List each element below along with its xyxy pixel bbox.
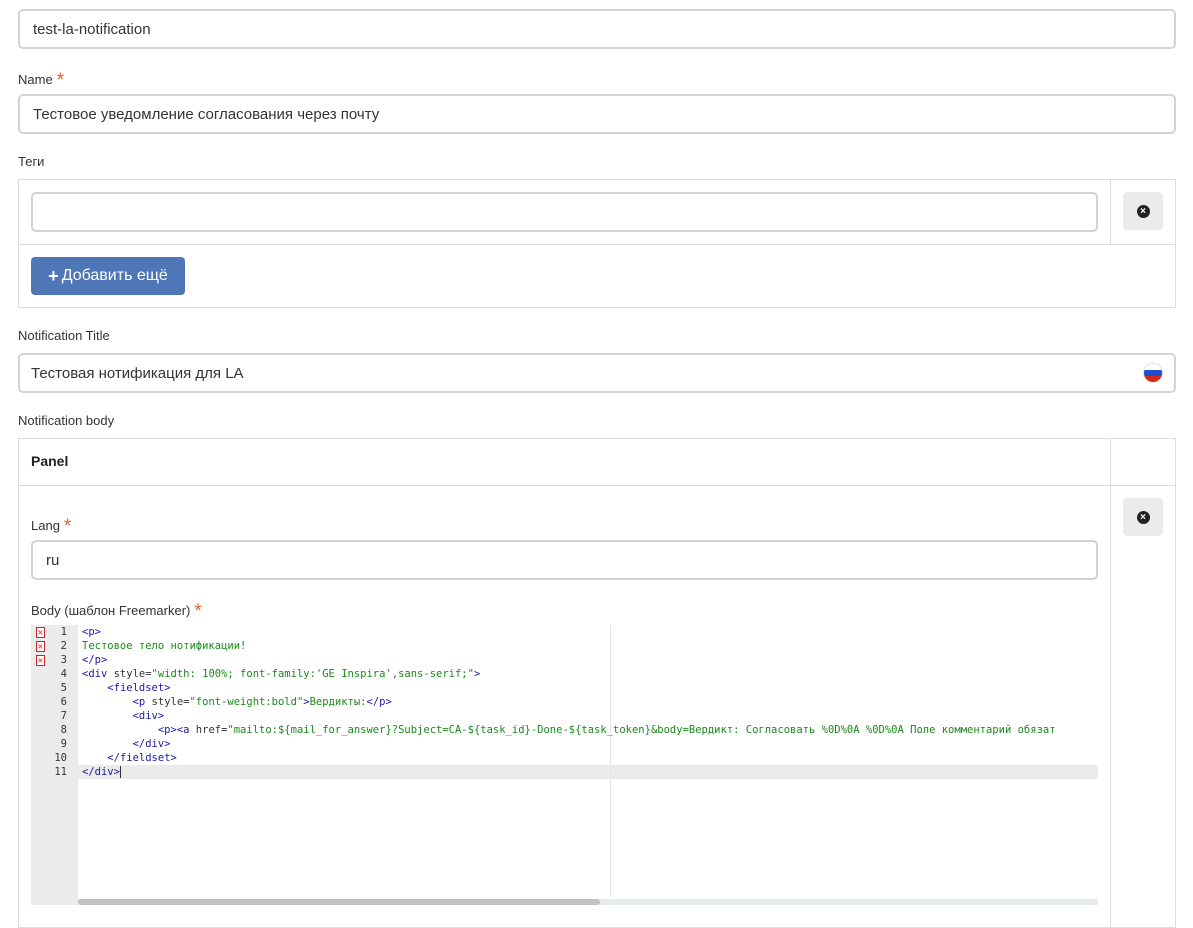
code-line: </div> bbox=[82, 737, 1096, 751]
error-marker-icon[interactable]: ✕ bbox=[36, 640, 45, 652]
code-token: <div> bbox=[132, 710, 165, 722]
line-number: 10 bbox=[54, 752, 67, 764]
code-content[interactable]: <p> Тестовое тело нотификации! </p> <div st… bbox=[82, 625, 1096, 779]
code-token: > bbox=[473, 668, 481, 680]
code-token: "mailto:${mail_for_answer}?Subject=CA-${… bbox=[227, 724, 1056, 736]
code-token: href= bbox=[195, 724, 228, 736]
line-number: 6 bbox=[60, 696, 67, 708]
remove-tag-button[interactable]: × bbox=[1123, 192, 1163, 230]
gutter-row: 7 bbox=[31, 709, 78, 723]
panel-header: Panel bbox=[31, 453, 69, 469]
code-token: <fieldset> bbox=[107, 682, 171, 694]
required-marker: * bbox=[194, 601, 202, 622]
scrollbar-thumb[interactable] bbox=[78, 899, 600, 905]
line-number: 3 bbox=[60, 654, 67, 666]
code-token: <p><a bbox=[157, 724, 196, 736]
lang-input-value: ru bbox=[46, 551, 60, 569]
line-number: 11 bbox=[54, 766, 67, 778]
code-token: </fieldset> bbox=[107, 752, 177, 764]
title-input-value: Тестовая нотификация для LA bbox=[31, 364, 244, 382]
plus-icon: + bbox=[48, 265, 59, 286]
horizontal-scrollbar[interactable] bbox=[78, 899, 1098, 905]
line-numbers: ✕ 1 ✕ 2 ✕ 3 4 5 6 7 8 9 10 11 bbox=[31, 625, 78, 779]
line-number: 7 bbox=[60, 710, 67, 722]
russia-flag-icon[interactable] bbox=[1144, 364, 1162, 382]
code-line: <div style="width: 100%; font-family:'GE… bbox=[82, 667, 1096, 681]
times-circle-icon: × bbox=[1136, 510, 1150, 524]
error-marker-icon[interactable]: ✕ bbox=[36, 626, 45, 638]
code-token: <p> bbox=[82, 626, 101, 638]
add-more-label: Добавить ещё bbox=[61, 267, 168, 284]
gutter-row: 6 bbox=[31, 695, 78, 709]
name-label: Name * bbox=[18, 70, 65, 91]
panel-header-divider bbox=[18, 485, 1176, 486]
code-editor[interactable]: ✕ 1 ✕ 2 ✕ 3 4 5 6 7 8 9 10 11 <p> Тестовое тело нотифи… bbox=[31, 625, 1098, 905]
line-number: 5 bbox=[60, 682, 67, 694]
gutter-row: 9 bbox=[31, 737, 78, 751]
name-input-value: Тестовое уведомление согласования через … bbox=[33, 105, 380, 123]
line-number: 4 bbox=[60, 668, 67, 680]
name-input[interactable]: Тестовое уведомление согласования через … bbox=[18, 94, 1176, 134]
title-input[interactable]: Тестовая нотификация для LA bbox=[18, 353, 1176, 393]
id-input-value: test-la-notification bbox=[33, 20, 151, 38]
code-line: </div> bbox=[82, 765, 1096, 779]
code-token: <p bbox=[132, 696, 152, 708]
code-token: "width: 100%; font-family:'GE Inspira',s… bbox=[151, 668, 474, 680]
gutter-row: 11 bbox=[31, 765, 78, 779]
code-token: <div bbox=[82, 668, 114, 680]
code-line: <p> bbox=[82, 625, 1096, 639]
error-marker-icon[interactable]: ✕ bbox=[36, 654, 45, 666]
gutter-row: 4 bbox=[31, 667, 78, 681]
gutter-row: ✕ 1 bbox=[31, 625, 78, 639]
code-token: </p> bbox=[366, 696, 392, 708]
times-circle-icon: × bbox=[1136, 204, 1150, 218]
line-number: 1 bbox=[60, 626, 67, 638]
code-line: <p><a href="mailto:${mail_for_answer}?Su… bbox=[82, 723, 1096, 737]
code-line: </p> bbox=[82, 653, 1096, 667]
gutter-row: ✕ 3 bbox=[31, 653, 78, 667]
code-line: <div> bbox=[82, 709, 1096, 723]
code-token: Тестовое тело нотификации! bbox=[82, 640, 247, 652]
lang-input[interactable]: ru bbox=[31, 540, 1098, 580]
code-token: </p> bbox=[82, 654, 108, 666]
remove-panel-button[interactable]: × bbox=[1123, 498, 1163, 536]
gutter-row: 5 bbox=[31, 681, 78, 695]
code-token: </div> bbox=[82, 766, 120, 778]
required-marker: * bbox=[63, 516, 72, 537]
code-token: style= bbox=[151, 696, 190, 708]
lang-label: Lang * bbox=[31, 516, 72, 537]
code-token: </div> bbox=[132, 738, 171, 750]
body-label: Notification body bbox=[18, 413, 115, 428]
code-token: "font-weight:bold" bbox=[189, 696, 304, 708]
tags-divider bbox=[18, 244, 1176, 245]
line-number: 9 bbox=[60, 738, 67, 750]
add-more-button[interactable]: + Добавить ещё bbox=[31, 257, 185, 295]
gutter-row: 8 bbox=[31, 723, 78, 737]
gutter-row: 10 bbox=[31, 751, 78, 765]
panel-column-divider bbox=[1110, 438, 1111, 928]
id-input[interactable]: test-la-notification bbox=[18, 9, 1176, 49]
line-number: 8 bbox=[60, 724, 67, 736]
code-line: <p style="font-weight:bold">Вердикты:</p… bbox=[82, 695, 1096, 709]
text-cursor bbox=[119, 766, 121, 778]
tags-column-divider bbox=[1110, 179, 1111, 244]
code-token: Вердикты: bbox=[309, 696, 367, 708]
line-number: 2 bbox=[60, 640, 67, 652]
tag-input[interactable] bbox=[31, 192, 1098, 232]
code-token: style= bbox=[113, 668, 152, 680]
code-line: <fieldset> bbox=[82, 681, 1096, 695]
code-line: </fieldset> bbox=[82, 751, 1096, 765]
title-label: Notification Title bbox=[18, 328, 110, 343]
code-line: Тестовое тело нотификации! bbox=[82, 639, 1096, 653]
required-marker: * bbox=[56, 70, 65, 91]
tags-label: Теги bbox=[18, 154, 45, 169]
template-label: Body (шаблон Freemarker) * bbox=[31, 601, 202, 622]
gutter-row: ✕ 2 bbox=[31, 639, 78, 653]
